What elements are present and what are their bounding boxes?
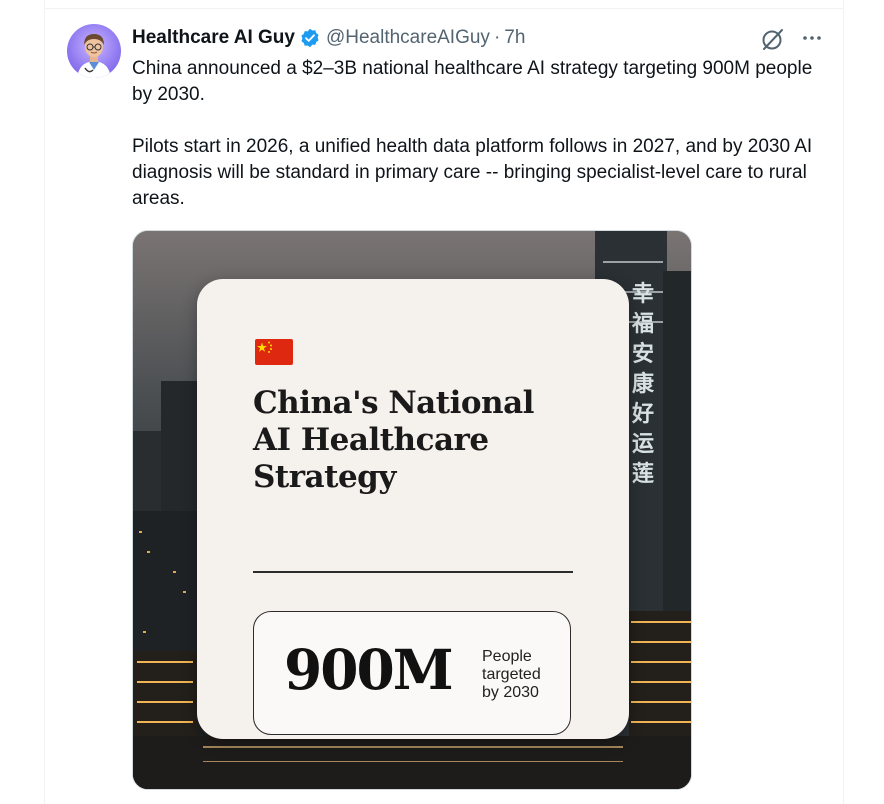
tweet-timestamp[interactable]: 7h — [504, 27, 525, 49]
stat-caption-line-2: targeted — [482, 666, 541, 683]
building-sign-char-1: 福 — [631, 312, 654, 337]
card-title: China's National AI Healthcare Strategy — [253, 385, 593, 496]
more-options-icon[interactable] — [800, 26, 824, 50]
author-handle[interactable]: @HealthcareAIGuy — [326, 27, 490, 49]
building-sign-char-0: 幸 — [632, 281, 654, 307]
verified-badge-icon — [301, 28, 319, 48]
avatar[interactable] — [67, 24, 121, 78]
card-title-line-2: AI Healthcare — [253, 422, 489, 458]
building-sign-char-6: 莲 — [632, 462, 654, 487]
china-flag-icon — [255, 339, 293, 365]
stat-caption: People targeted by 2030 — [482, 648, 562, 702]
card-title-line-1: China's National — [253, 385, 534, 421]
tweet-border-left — [44, 0, 45, 804]
tweet-border-right — [843, 0, 844, 804]
tweet-text: China announced a $2–3B national healthc… — [132, 56, 832, 212]
building-sign-char-2: 安 — [632, 341, 654, 367]
tweet-paragraph-1: China announced a $2–3B national healthc… — [132, 58, 813, 105]
tweet-paragraph-2: Pilots start in 2026, a unified health d… — [132, 136, 813, 209]
tweet-border-top — [44, 8, 844, 9]
building-sign-char-3: 康 — [632, 371, 655, 397]
stat-value: 900M — [284, 637, 454, 702]
card-title-line-3: Strategy — [253, 459, 396, 495]
building-sign-char-4: 好 — [631, 401, 654, 427]
stat-caption-line-3: by 2030 — [482, 684, 539, 701]
grok-icon[interactable] — [760, 26, 786, 52]
stat-box: 900M People targeted by 2030 — [253, 611, 571, 735]
author-display-name[interactable]: Healthcare AI Guy — [132, 27, 295, 49]
building-sign-char-5: 运 — [632, 432, 654, 457]
stat-caption-line-1: People — [482, 648, 532, 665]
separator-dot: · — [493, 27, 501, 48]
info-card: China's National AI Healthcare Strategy … — [197, 279, 629, 739]
card-divider — [253, 571, 573, 573]
tweet-header: Healthcare AI Guy @HealthcareAIGuy · 7h — [132, 25, 525, 51]
tweet-media-image[interactable]: 幸 福 安 康 好 运 莲 China's National AI Health… — [132, 230, 692, 790]
